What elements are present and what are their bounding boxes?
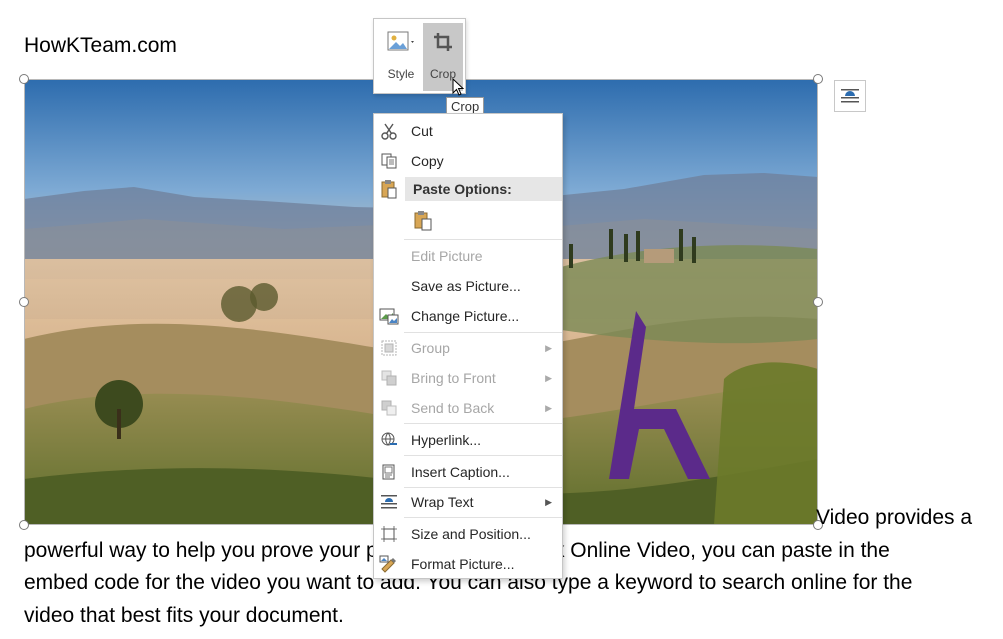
menu-item-label: Wrap Text xyxy=(411,494,474,510)
change-picture-icon xyxy=(378,306,400,326)
menu-item-copy[interactable]: Copy xyxy=(374,147,562,175)
menu-item-size-and-position[interactable]: Size and Position... xyxy=(374,520,562,548)
hyperlink-globe-icon xyxy=(378,430,400,450)
menu-item-label: Send to Back xyxy=(411,400,495,416)
submenu-arrow-icon: ▶ xyxy=(545,402,552,413)
menu-item-label: Edit Picture xyxy=(411,248,483,264)
menu-item-label: Size and Position... xyxy=(411,526,531,542)
menu-item-label: Save as Picture... xyxy=(411,278,521,294)
wrap-text-icon xyxy=(378,492,400,512)
submenu-arrow-icon: ▶ xyxy=(545,496,552,507)
menu-item-wrap-text[interactable]: Wrap Text ▶ xyxy=(374,488,562,516)
scissors-icon xyxy=(378,121,400,141)
menu-item-label: Group xyxy=(411,340,450,356)
menu-separator xyxy=(404,517,562,518)
menu-item-change-picture[interactable]: Change Picture... xyxy=(374,302,562,330)
menu-item-send-to-back[interactable]: Send to Back ▶ xyxy=(374,394,562,422)
menu-item-label: Change Picture... xyxy=(411,308,520,324)
menu-separator xyxy=(404,455,562,456)
mouse-pointer-icon xyxy=(452,78,465,96)
menu-item-format-picture[interactable]: Format Picture... xyxy=(374,550,562,578)
paste-picture-icon xyxy=(414,211,432,231)
menu-item-label: Format Picture... xyxy=(411,556,515,572)
menu-item-edit-picture[interactable]: Edit Picture xyxy=(374,242,562,270)
size-position-icon xyxy=(378,524,400,544)
resize-handle-middle-right[interactable] xyxy=(813,297,823,307)
menu-item-insert-caption[interactable]: Insert Caption... xyxy=(374,458,562,486)
menu-item-label: Insert Caption... xyxy=(411,464,510,480)
resize-handle-top-right[interactable] xyxy=(813,74,823,84)
resize-handle-top-left[interactable] xyxy=(19,74,29,84)
menu-separator xyxy=(404,332,562,333)
menu-item-group[interactable]: Group ▶ xyxy=(374,334,562,362)
menu-item-label: Cut xyxy=(411,123,433,139)
clipboard-icon xyxy=(378,178,400,200)
submenu-arrow-icon: ▶ xyxy=(545,342,552,353)
menu-separator xyxy=(404,423,562,424)
send-to-back-icon xyxy=(378,398,400,418)
format-picture-icon xyxy=(378,554,400,574)
style-label: Style xyxy=(387,67,415,81)
document-heading: HowKTeam.com xyxy=(24,34,177,57)
group-icon xyxy=(378,338,400,358)
menu-item-bring-to-front[interactable]: Bring to Front ▶ xyxy=(374,364,562,392)
paste-keep-formatting-button[interactable] xyxy=(410,208,436,234)
submenu-arrow-icon: ▶ xyxy=(545,372,552,383)
menu-item-label: Bring to Front xyxy=(411,370,496,386)
menu-item-cut[interactable]: Cut xyxy=(374,117,562,145)
bring-to-front-icon xyxy=(378,368,400,388)
menu-item-save-as-picture[interactable]: Save as Picture... xyxy=(374,272,562,300)
layout-options-button[interactable] xyxy=(834,80,866,112)
context-menu: Cut Copy Paste Options: Edit Picture Sav… xyxy=(373,113,563,579)
layout-options-icon xyxy=(841,89,859,103)
paragraph-line: video that best fits your document. xyxy=(24,603,344,627)
menu-separator xyxy=(404,239,562,240)
insert-caption-icon xyxy=(378,462,400,482)
menu-item-label: Copy xyxy=(411,153,444,169)
style-button[interactable]: Style xyxy=(381,23,421,91)
paste-options-header: Paste Options: xyxy=(405,177,562,201)
resize-handle-middle-left[interactable] xyxy=(19,297,29,307)
copy-icon xyxy=(378,151,400,171)
menu-item-hyperlink[interactable]: Hyperlink... xyxy=(374,426,562,454)
crop-icon xyxy=(434,33,452,51)
picture-style-icon xyxy=(387,31,414,51)
menu-item-label: Hyperlink... xyxy=(411,432,482,448)
